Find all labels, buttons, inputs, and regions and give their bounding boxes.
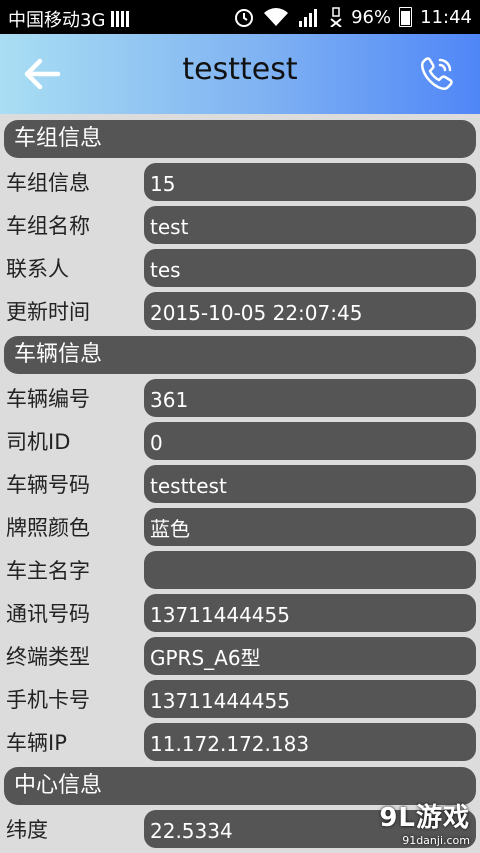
row-label: 车主名字	[6, 559, 90, 583]
row-label: 车辆IP	[6, 731, 67, 755]
row-label: 终端类型	[6, 645, 90, 669]
section-header-group: 车组信息	[4, 120, 476, 158]
row-value: GPRS_A6型	[144, 637, 476, 675]
info-row: 终端类型 GPRS_A6型	[0, 637, 480, 675]
section-header-vehicle: 车辆信息	[4, 336, 476, 374]
no-sim-icon	[330, 7, 342, 27]
row-label: 车组信息	[6, 171, 90, 195]
wifi-icon	[264, 8, 289, 26]
row-label: 牌照颜色	[6, 516, 90, 540]
row-label: 联系人	[6, 257, 69, 281]
battery-icon	[399, 7, 413, 27]
info-row: 手机卡号 13711444455	[0, 680, 480, 718]
battery-percent: 96%	[351, 6, 392, 28]
carrier-label: 中国移动3G	[8, 10, 106, 31]
row-value: test	[144, 206, 476, 244]
info-row: 通讯号码 13711444455	[0, 594, 480, 632]
status-bar: 中国移动3G 96% 11:44	[0, 0, 480, 34]
app-header: testtest	[0, 34, 480, 114]
page-title: testtest	[182, 52, 298, 87]
row-value: testtest	[144, 465, 476, 503]
row-value: 11.172.172.183	[144, 723, 476, 761]
info-list[interactable]: 车组信息 车组信息 15 车组名称 test 联系人 tes 更新时间 2015-10-…	[0, 114, 480, 853]
cellular-3g-icon	[299, 9, 318, 27]
clock: 11:44	[420, 6, 472, 28]
row-value: 蓝色	[144, 508, 476, 546]
watermark-logo: 9L游戏 91danji.com	[379, 797, 470, 847]
row-label: 车组名称	[6, 214, 90, 238]
info-row: 司机ID 0	[0, 422, 480, 460]
row-label: 更新时间	[6, 300, 90, 324]
row-value: 13711444455	[144, 680, 476, 718]
watermark-brand: 9L游戏	[379, 803, 470, 833]
row-label: 纬度	[6, 818, 48, 842]
row-label: 司机ID	[6, 430, 71, 454]
info-row: 联系人 tes	[0, 249, 480, 287]
row-value: 361	[144, 379, 476, 417]
info-row: 车主名字	[0, 551, 480, 589]
watermark-site: 91danji.com	[402, 834, 470, 847]
info-row: 车组信息 15	[0, 163, 480, 201]
row-label: 车辆编号	[6, 387, 90, 411]
info-row: 更新时间 2015-10-05 22:07:45	[0, 292, 480, 330]
row-label: 手机卡号	[6, 688, 90, 712]
alarm-icon	[235, 9, 254, 27]
phone-icon[interactable]	[416, 54, 456, 94]
signal-bars-icon	[111, 11, 130, 27]
row-label: 通讯号码	[6, 602, 90, 626]
info-row: 车组名称 test	[0, 206, 480, 244]
row-value: tes	[144, 249, 476, 287]
info-row: 车辆号码 testtest	[0, 465, 480, 503]
row-value	[144, 551, 476, 589]
row-value: 2015-10-05 22:07:45	[144, 292, 476, 330]
row-value: 15	[144, 163, 476, 201]
row-value: 13711444455	[144, 594, 476, 632]
info-row: 车辆编号 361	[0, 379, 480, 417]
info-row: 车辆IP 11.172.172.183	[0, 723, 480, 761]
row-value: 0	[144, 422, 476, 460]
row-label: 车辆号码	[6, 473, 90, 497]
info-row: 牌照颜色 蓝色	[0, 508, 480, 546]
